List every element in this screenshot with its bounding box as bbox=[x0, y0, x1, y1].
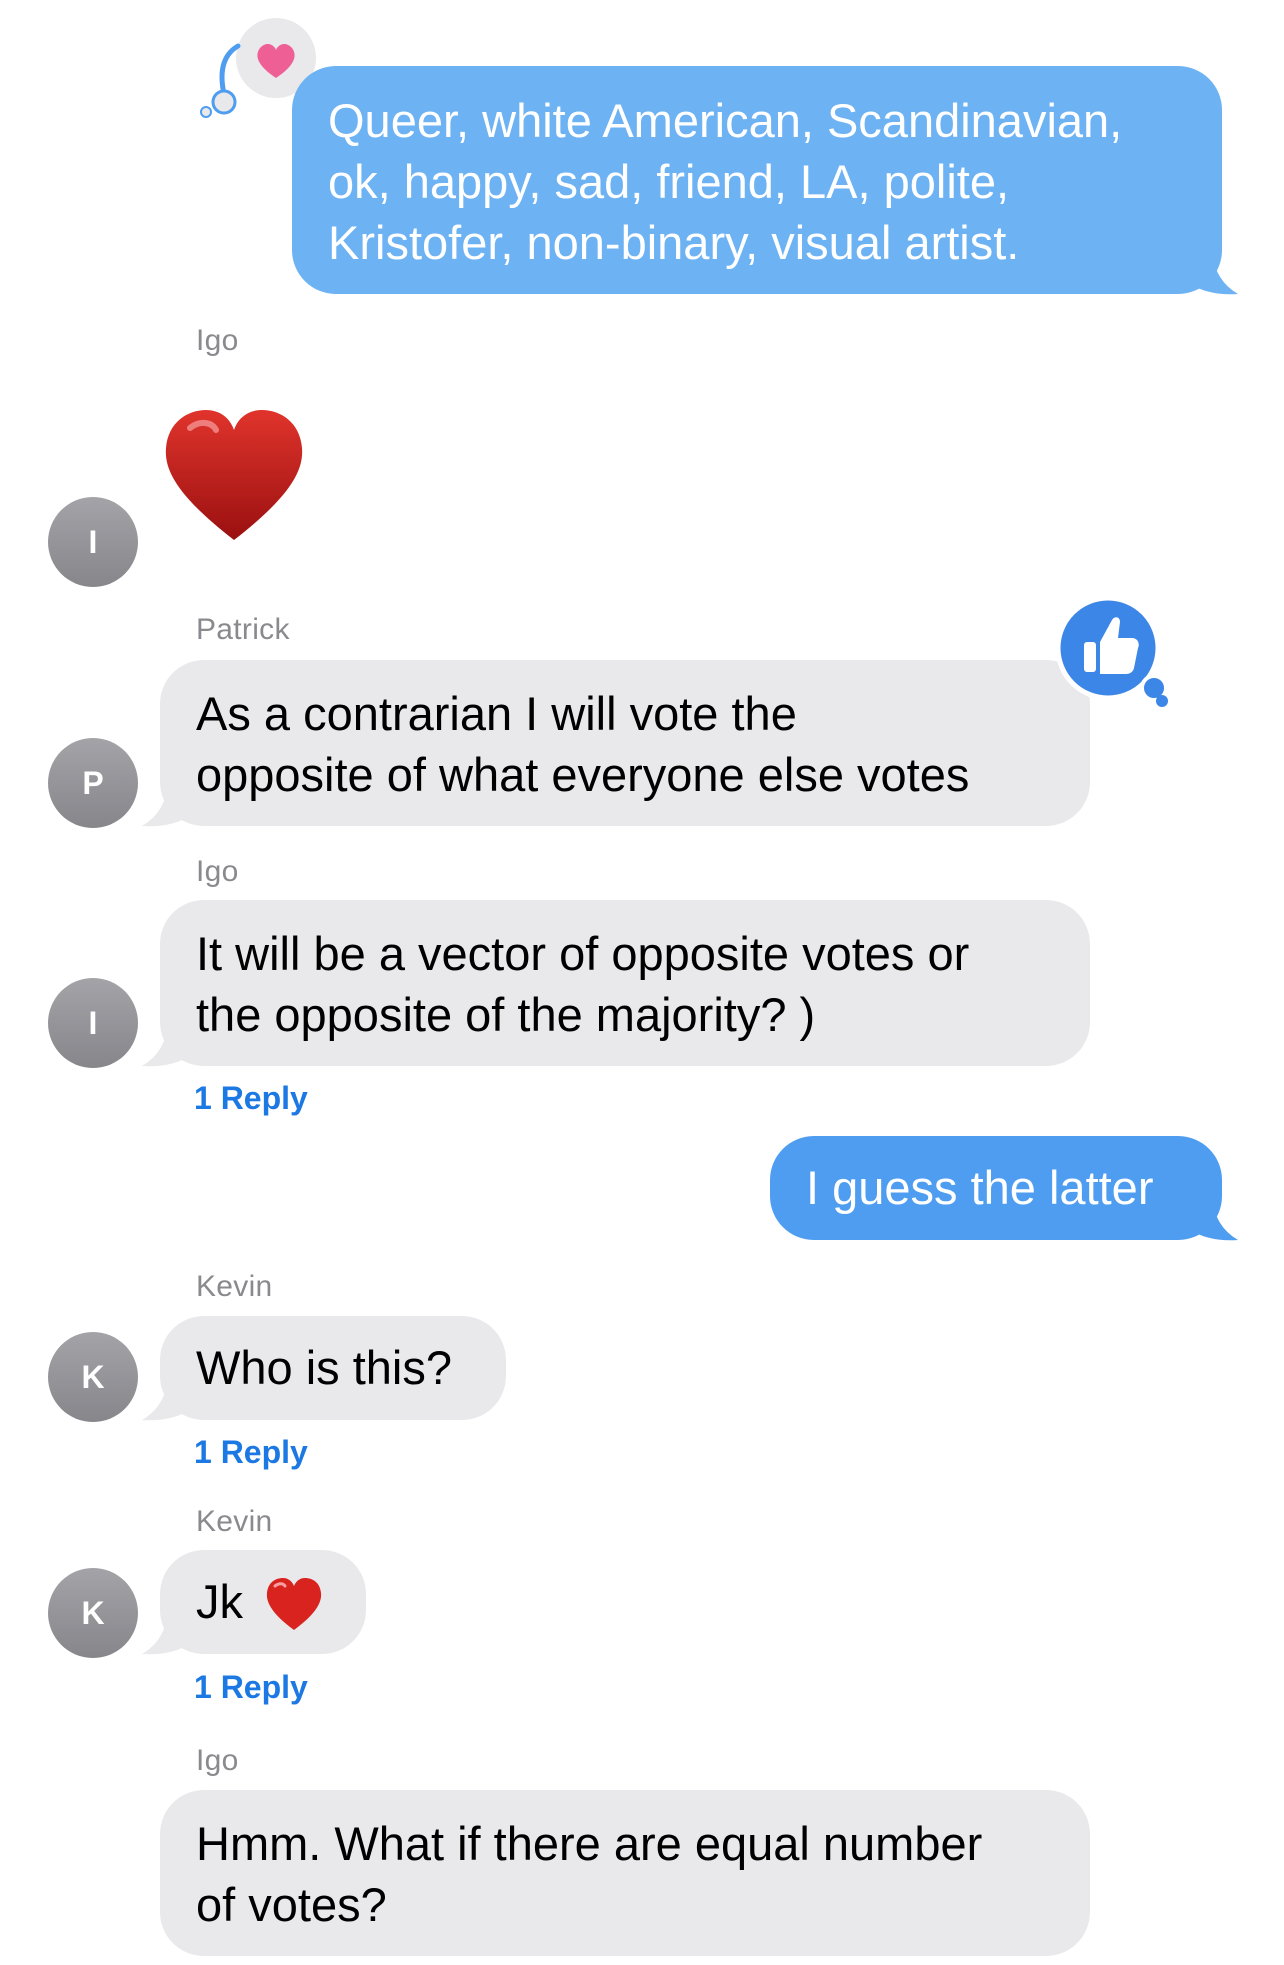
message-text: Who is this? bbox=[196, 1341, 452, 1394]
message-text-line: Kristofer, non-binary, visual artist. bbox=[328, 216, 1020, 269]
message-text-line: It will be a vector of opposite votes or bbox=[196, 927, 970, 980]
incoming-bubble-tail bbox=[142, 782, 190, 827]
incoming-message-bubble[interactable]: Hmm. What if there are equal number of v… bbox=[160, 1790, 1090, 1956]
red-heart-icon bbox=[165, 410, 303, 540]
incoming-message-bubble[interactable]: As a contrarian I will vote the opposite… bbox=[160, 660, 1090, 826]
avatar[interactable]: K bbox=[48, 1332, 138, 1422]
incoming-bubble-tail bbox=[142, 1376, 190, 1421]
incoming-bubble-tail bbox=[142, 1610, 190, 1655]
heart-emoji-message[interactable] bbox=[160, 406, 308, 546]
outgoing-message-bubble[interactable]: I guess the latter bbox=[770, 1136, 1222, 1240]
avatar[interactable]: I bbox=[48, 978, 138, 1068]
red-heart-emoji-icon bbox=[266, 1578, 322, 1630]
outgoing-bubble-tail bbox=[1190, 1196, 1238, 1241]
message-text-line: of votes? bbox=[196, 1878, 387, 1931]
thumbs-up-icon bbox=[1055, 595, 1168, 707]
incoming-message-bubble[interactable]: Jk bbox=[160, 1550, 366, 1654]
sender-name: Kevin bbox=[196, 1505, 273, 1538]
message-text-line: Hmm. What if there are equal number bbox=[196, 1817, 983, 1870]
outgoing-message-bubble[interactable]: Queer, white American, Scandinavian, ok,… bbox=[292, 66, 1222, 294]
message-text-line: the opposite of the majority? ) bbox=[196, 988, 816, 1041]
reply-link[interactable]: 1 Reply bbox=[194, 1434, 308, 1471]
avatar[interactable]: P bbox=[48, 738, 138, 828]
message-text-line: ok, happy, sad, friend, LA, polite, bbox=[328, 155, 1010, 208]
sender-name: Igo bbox=[196, 855, 239, 888]
message-text-line: As a contrarian I will vote the bbox=[196, 687, 797, 740]
incoming-bubble-tail bbox=[142, 1022, 190, 1067]
tapback-thumbs-up-badge[interactable] bbox=[1050, 590, 1180, 712]
sender-name: Igo bbox=[196, 1744, 239, 1777]
message-text: Jk bbox=[196, 1575, 243, 1628]
reply-link[interactable]: 1 Reply bbox=[194, 1669, 308, 1706]
avatar[interactable]: I bbox=[48, 497, 138, 587]
message-text-line: Queer, white American, Scandinavian, bbox=[328, 94, 1123, 147]
message-text-line: opposite of what everyone else votes bbox=[196, 748, 970, 801]
sender-name: Patrick bbox=[196, 613, 290, 646]
incoming-message-bubble[interactable]: Who is this? bbox=[160, 1316, 506, 1420]
reply-link[interactable]: 1 Reply bbox=[194, 1080, 308, 1117]
message-text: I guess the latter bbox=[806, 1161, 1154, 1214]
sender-name: Igo bbox=[196, 324, 239, 357]
sender-name: Kevin bbox=[196, 1270, 273, 1303]
avatar[interactable]: K bbox=[48, 1568, 138, 1658]
outgoing-bubble-tail bbox=[1190, 250, 1238, 295]
incoming-message-bubble[interactable]: It will be a vector of opposite votes or… bbox=[160, 900, 1090, 1066]
